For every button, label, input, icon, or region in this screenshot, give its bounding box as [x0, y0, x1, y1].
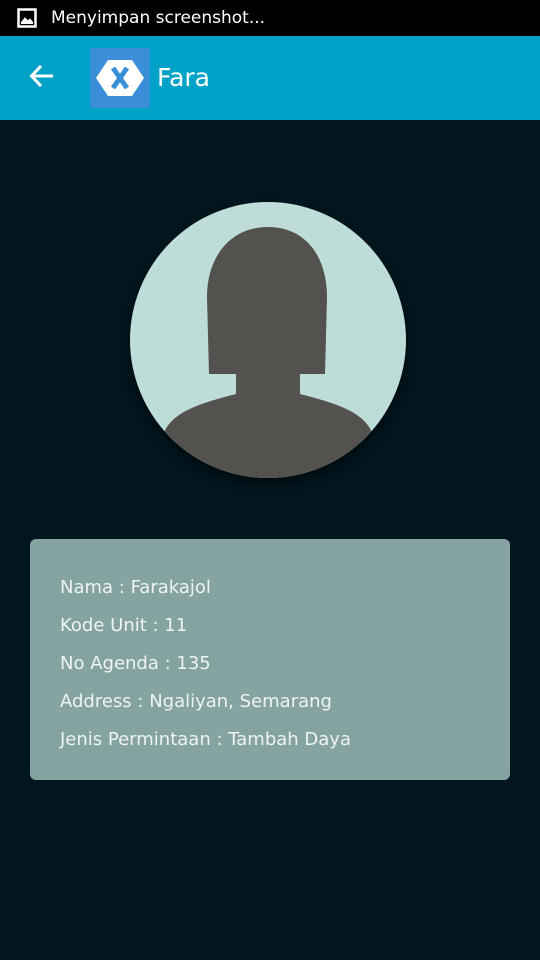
- status-bar: Menyimpan screenshot...: [0, 0, 540, 36]
- avatar: [130, 202, 406, 478]
- xamarin-logo-icon: [90, 60, 150, 112]
- arrow-left-icon: [28, 62, 56, 94]
- info-address: Address : Ngaliyan, Semarang: [60, 691, 332, 712]
- app-logo: [90, 48, 150, 108]
- info-card: Nama : Farakajol Kode Unit : 11 No Agend…: [30, 539, 510, 780]
- info-jenis-permintaan: Jenis Permintaan : Tambah Daya: [60, 729, 351, 750]
- back-button[interactable]: [20, 58, 64, 98]
- info-kode-unit: Kode Unit : 11: [60, 615, 188, 636]
- status-notification-text: Menyimpan screenshot...: [51, 8, 266, 28]
- female-silhouette-icon: [130, 227, 406, 478]
- info-no-agenda: No Agenda : 135: [60, 653, 211, 674]
- screenshot-image-icon: [17, 8, 37, 28]
- page-title: Fara: [157, 63, 211, 92]
- app-bar: Fara: [0, 36, 540, 120]
- info-nama: Nama : Farakajol: [60, 577, 211, 598]
